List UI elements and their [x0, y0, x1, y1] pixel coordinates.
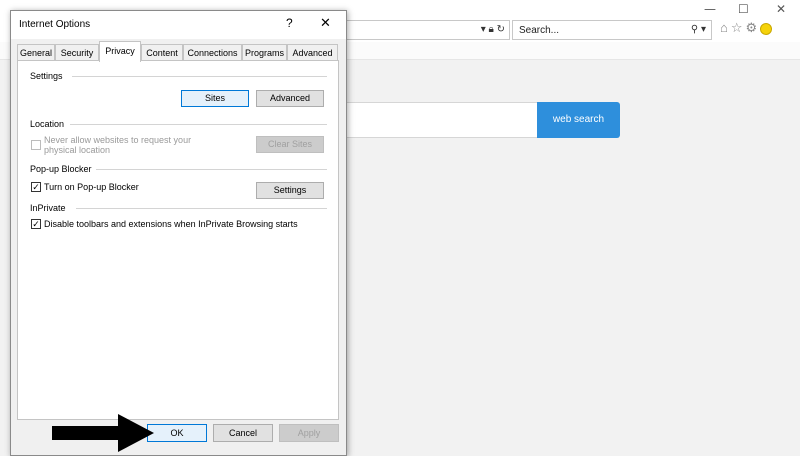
tab-content[interactable]: Content [141, 44, 183, 61]
inprivate-checkbox-label: Disable toolbars and extensions when InP… [44, 219, 298, 229]
close-window-button[interactable]: ✕ [776, 2, 786, 16]
settings-gear-icon[interactable]: ⚙ [746, 20, 761, 35]
search-input[interactable]: Search... ⚲ ▾ [512, 20, 712, 40]
settings-divider [72, 76, 327, 77]
favorites-star-icon[interactable]: ☆ [731, 20, 746, 35]
search-placeholder: Search... [519, 25, 560, 36]
sites-button[interactable]: Sites [181, 90, 249, 107]
search-dropdown-icon[interactable]: ▾ [701, 24, 706, 35]
minimize-button[interactable]: — [704, 2, 716, 16]
popup-blocker-checkbox[interactable]: ✓ [31, 182, 41, 192]
maximize-button[interactable]: ☐ [738, 2, 749, 16]
popup-blocker-group-label: Pop-up Blocker [30, 164, 96, 174]
location-label-line1: Never allow websites to request your [44, 135, 192, 145]
checkmark-icon: ✓ [32, 219, 40, 229]
feedback-smiley-icon[interactable] [760, 22, 773, 35]
help-button[interactable]: ? [286, 16, 293, 30]
popup-blocker-divider [94, 169, 327, 170]
settings-group-label: Settings [30, 71, 67, 81]
tab-privacy[interactable]: Privacy [99, 41, 141, 62]
location-checkbox-label: Never allow websites to request your phy… [44, 135, 191, 155]
pointer-arrow-icon [52, 414, 154, 452]
search-icon[interactable]: ⚲ [691, 24, 698, 35]
tab-security[interactable]: Security [55, 44, 99, 61]
internet-options-dialog: Internet Options ? ✕ General Security Pr… [10, 10, 347, 456]
location-divider [70, 124, 327, 125]
address-bar[interactable]: ▾ 🔒︎ ↻ [340, 20, 510, 40]
lock-icon: 🔒︎ [488, 24, 494, 35]
web-search-button[interactable]: web search [537, 102, 620, 138]
inprivate-group-label: InPrivate [30, 203, 70, 213]
dialog-titlebar: Internet Options ? ✕ [11, 11, 346, 39]
dropdown-icon[interactable]: ▾ [481, 24, 486, 35]
popup-blocker-checkbox-label: Turn on Pop-up Blocker [44, 182, 139, 192]
checkmark-icon: ✓ [32, 182, 40, 192]
tab-programs[interactable]: Programs [242, 44, 287, 61]
toolbar-icons: ⌂☆⚙ [720, 20, 773, 36]
dialog-title: Internet Options [19, 19, 91, 30]
dialog-close-button[interactable]: ✕ [320, 15, 331, 31]
cancel-button[interactable]: Cancel [213, 424, 273, 442]
clear-sites-button[interactable]: Clear Sites [256, 136, 324, 153]
advanced-button[interactable]: Advanced [256, 90, 324, 107]
tab-general[interactable]: General [17, 44, 55, 61]
apply-button[interactable]: Apply [279, 424, 339, 442]
location-group-label: Location [30, 119, 69, 129]
inprivate-checkbox[interactable]: ✓ [31, 219, 41, 229]
location-checkbox[interactable] [31, 140, 41, 150]
inprivate-divider [76, 208, 327, 209]
refresh-icon[interactable]: ↻ [497, 24, 505, 35]
home-icon[interactable]: ⌂ [720, 20, 731, 35]
tab-advanced[interactable]: Advanced [287, 44, 338, 61]
address-bar-icons: ▾ 🔒︎ ↻ [481, 24, 505, 35]
location-label-line2: physical location [44, 145, 111, 155]
privacy-panel: Settings Sites Advanced Location Never a… [17, 60, 339, 420]
web-search-input[interactable] [340, 102, 538, 138]
popup-settings-button[interactable]: Settings [256, 182, 324, 199]
tab-connections[interactable]: Connections [183, 44, 242, 61]
